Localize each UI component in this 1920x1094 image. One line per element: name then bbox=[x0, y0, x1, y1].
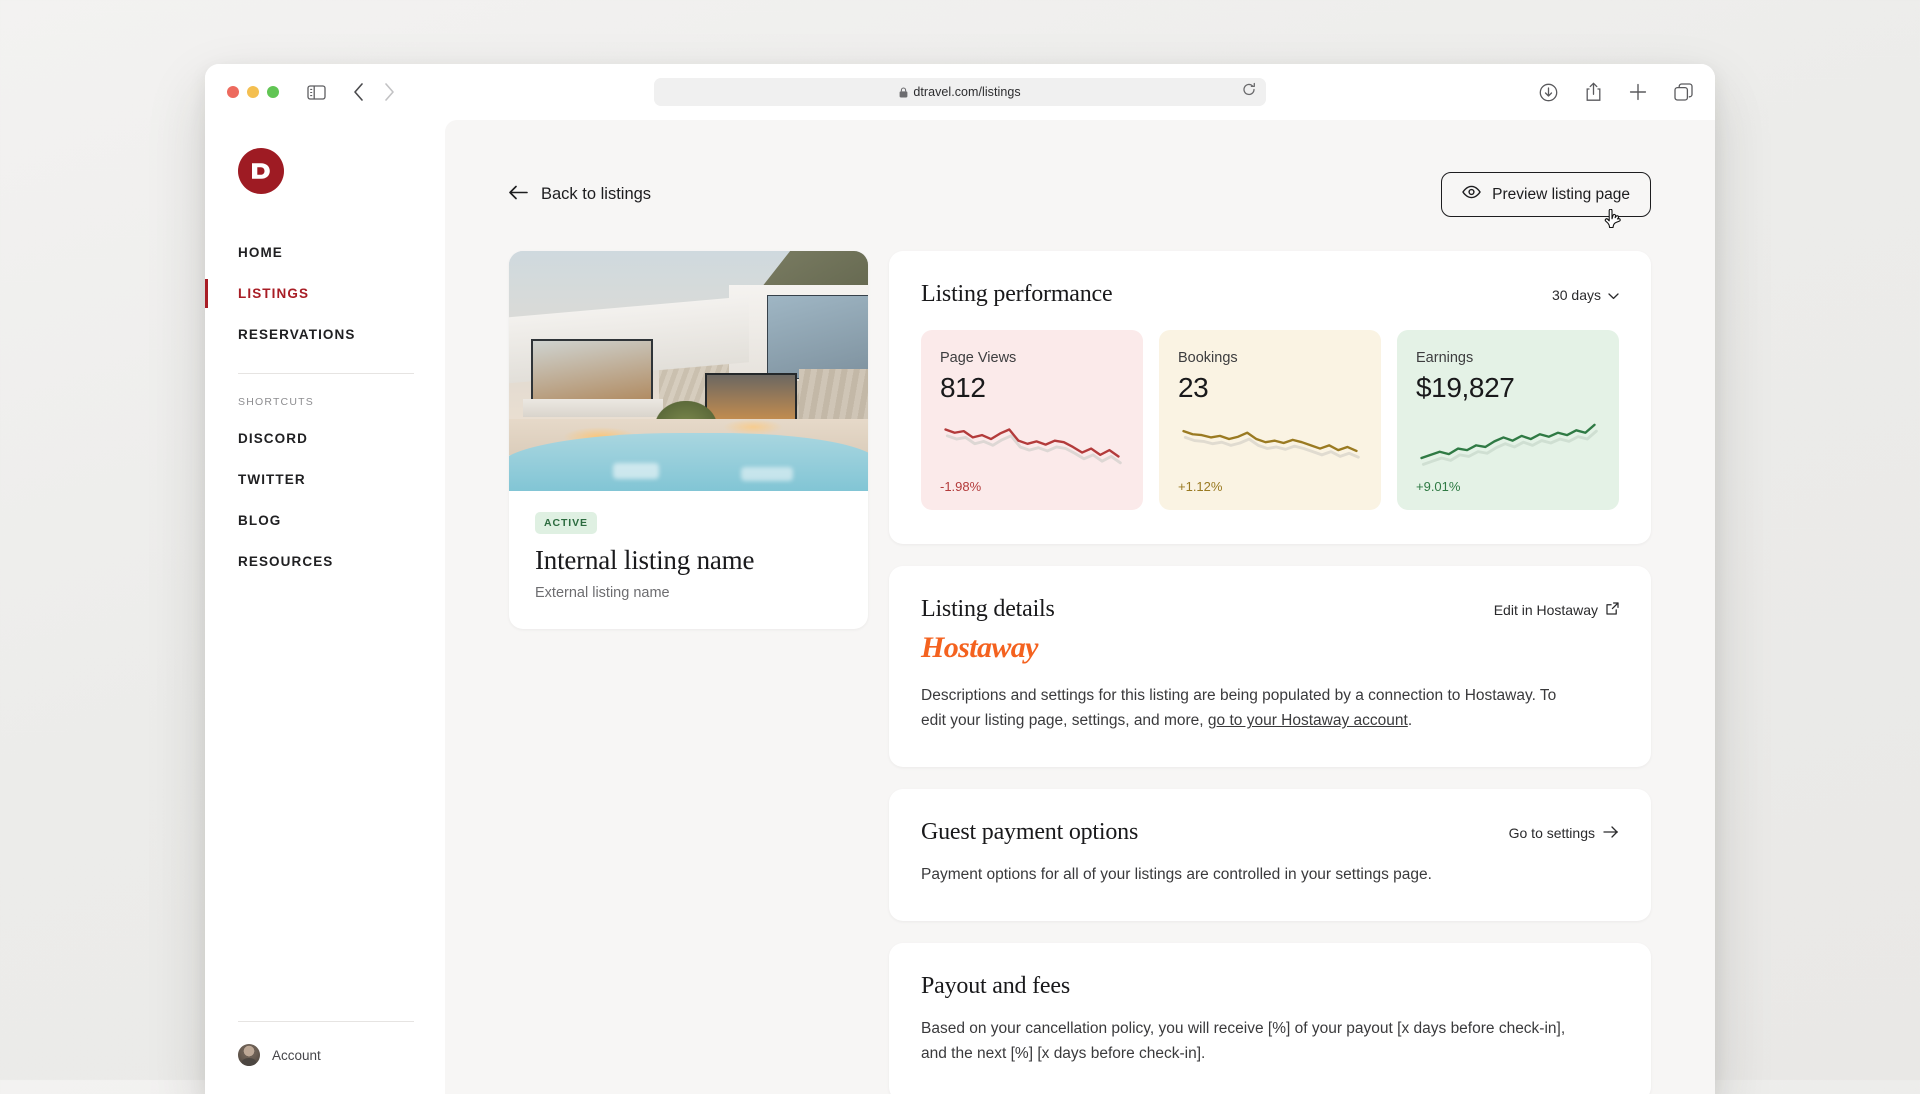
url-text: dtravel.com/listings bbox=[913, 85, 1021, 99]
page-header: Back to listings Preview listing page bbox=[509, 172, 1651, 229]
metric-card-bookings: Bookings 23 +1.12% bbox=[1159, 330, 1381, 510]
right-column: Listing performance 30 days Page Views 8… bbox=[889, 251, 1651, 1094]
listing-photo bbox=[509, 251, 868, 491]
lock-icon bbox=[899, 86, 908, 98]
guest-payment-description: Payment options for all of your listings… bbox=[921, 866, 1432, 884]
status-badge: ACTIVE bbox=[535, 512, 597, 534]
sidebar-item-reservations[interactable]: RESERVATIONS bbox=[238, 314, 445, 355]
listing-summary-card: ACTIVE Internal listing name External li… bbox=[509, 251, 868, 630]
listing-details-description: Descriptions and settings for this listi… bbox=[921, 683, 1581, 733]
address-bar[interactable]: dtravel.com/listings bbox=[654, 78, 1266, 106]
close-window-button[interactable] bbox=[227, 86, 239, 98]
sidebar-item-listings[interactable]: LISTINGS bbox=[205, 273, 445, 314]
left-column: ACTIVE Internal listing name External li… bbox=[509, 251, 868, 630]
details-body-after: . bbox=[1407, 712, 1413, 730]
edit-in-hostaway-label: Edit in Hostaway bbox=[1493, 601, 1598, 618]
guest-payment-title: Guest payment options bbox=[921, 819, 1139, 846]
sidebar-divider bbox=[238, 373, 414, 374]
hostaway-account-link[interactable]: go to your Hostaway account bbox=[1208, 712, 1408, 729]
sidebar-item-blog[interactable]: BLOG bbox=[238, 500, 445, 541]
listing-details-card: Listing details Edit in Hostaway Hostawa… bbox=[889, 566, 1651, 768]
metric-card-earnings: Earnings $19,827 +9.01% bbox=[1397, 330, 1619, 510]
listing-card-body: ACTIVE Internal listing name External li… bbox=[509, 491, 868, 629]
metric-delta: +1.12% bbox=[1178, 479, 1223, 494]
mouse-cursor bbox=[1604, 208, 1622, 238]
app-sidebar: HOME LISTINGS RESERVATIONS SHORTCUTS DIS… bbox=[205, 120, 445, 1094]
sidebar-item-home[interactable]: HOME bbox=[238, 232, 445, 273]
arrow-left-icon bbox=[509, 185, 528, 205]
avatar bbox=[238, 1044, 260, 1066]
account-section: Account bbox=[238, 1021, 414, 1066]
sparkline-bookings bbox=[1178, 408, 1362, 477]
listing-performance-card: Listing performance 30 days Page Views 8… bbox=[889, 251, 1651, 544]
external-link-icon bbox=[1606, 601, 1619, 618]
metric-label: Earnings bbox=[1416, 350, 1474, 366]
maximize-window-button[interactable] bbox=[267, 86, 279, 98]
chevron-down-icon bbox=[1608, 287, 1619, 303]
metric-label: Page Views bbox=[940, 350, 1017, 366]
sidebar-section-shortcuts: SHORTCUTS bbox=[238, 396, 314, 408]
chevron-left-icon[interactable] bbox=[353, 83, 364, 101]
metric-value: 23 bbox=[1178, 372, 1209, 403]
share-icon[interactable] bbox=[1585, 82, 1602, 102]
period-select[interactable]: 30 days bbox=[1552, 287, 1619, 303]
back-to-listings-link[interactable]: Back to listings bbox=[509, 185, 651, 205]
account-button[interactable]: Account bbox=[238, 1044, 414, 1066]
toolbar-actions bbox=[1539, 82, 1693, 102]
reload-icon[interactable] bbox=[1242, 82, 1256, 102]
payout-description: Based on your cancellation policy, you w… bbox=[921, 1020, 1566, 1063]
chevron-right-icon[interactable] bbox=[384, 83, 395, 101]
browser-toolbar: dtravel.com/listings bbox=[205, 64, 1715, 120]
sidebar-toggle-icon[interactable] bbox=[307, 84, 326, 100]
payout-and-fees-card: Payout and fees Based on your cancellati… bbox=[889, 943, 1651, 1094]
logo-d-glyph bbox=[252, 163, 270, 179]
performance-title: Listing performance bbox=[921, 281, 1113, 307]
metric-card-page-views: Page Views 812 -1.98% bbox=[921, 330, 1143, 510]
main-content: Back to listings Preview listing page AC… bbox=[445, 120, 1715, 1094]
metric-value: 812 bbox=[940, 372, 986, 403]
guest-payment-options-card: Guest payment options Go to settings Pay… bbox=[889, 789, 1651, 922]
hostaway-logo: Hostaway bbox=[921, 631, 1038, 664]
account-label: Account bbox=[272, 1047, 321, 1063]
edit-in-hostaway-link[interactable]: Edit in Hostaway bbox=[1494, 602, 1619, 618]
preview-listing-page-label: Preview listing page bbox=[1492, 185, 1630, 203]
payout-title: Payout and fees bbox=[921, 973, 1070, 1000]
listing-external-name: External listing name bbox=[535, 585, 670, 602]
go-to-settings-link[interactable]: Go to settings bbox=[1509, 825, 1619, 841]
period-value: 30 days bbox=[1551, 286, 1601, 303]
window-controls bbox=[227, 86, 279, 98]
account-divider bbox=[238, 1021, 414, 1022]
metric-delta: +9.01% bbox=[1416, 479, 1461, 494]
back-to-listings-label: Back to listings bbox=[541, 185, 652, 203]
download-icon[interactable] bbox=[1539, 83, 1558, 102]
metric-label: Bookings bbox=[1178, 350, 1238, 366]
brand-logo[interactable] bbox=[238, 148, 284, 194]
metric-value: $19,827 bbox=[1416, 372, 1515, 403]
plus-icon[interactable] bbox=[1629, 83, 1647, 101]
metric-delta: -1.98% bbox=[940, 479, 982, 494]
arrow-right-icon bbox=[1603, 825, 1619, 841]
content-grid: ACTIVE Internal listing name External li… bbox=[509, 251, 1651, 1094]
go-to-settings-label: Go to settings bbox=[1508, 824, 1595, 841]
sidebar-item-resources[interactable]: RESOURCES bbox=[238, 541, 445, 582]
sparkline-page-views bbox=[940, 408, 1124, 477]
app-body: HOME LISTINGS RESERVATIONS SHORTCUTS DIS… bbox=[205, 120, 1715, 1094]
listing-internal-name: Internal listing name bbox=[535, 545, 755, 575]
tabs-icon[interactable] bbox=[1674, 82, 1693, 102]
metrics-row: Page Views 812 -1.98% Bookings 23 +1.12%… bbox=[921, 330, 1619, 510]
listing-details-title: Listing details bbox=[921, 596, 1055, 622]
sidebar-item-discord[interactable]: DISCORD bbox=[238, 418, 445, 459]
sparkline-earnings bbox=[1416, 408, 1600, 477]
eye-icon bbox=[1462, 185, 1481, 204]
sidebar-item-twitter[interactable]: TWITTER bbox=[238, 459, 445, 500]
minimize-window-button[interactable] bbox=[247, 86, 259, 98]
browser-window: dtravel.com/listings HOME LISTINGS RESER… bbox=[205, 64, 1715, 1094]
preview-listing-page-button[interactable]: Preview listing page bbox=[1441, 172, 1651, 229]
